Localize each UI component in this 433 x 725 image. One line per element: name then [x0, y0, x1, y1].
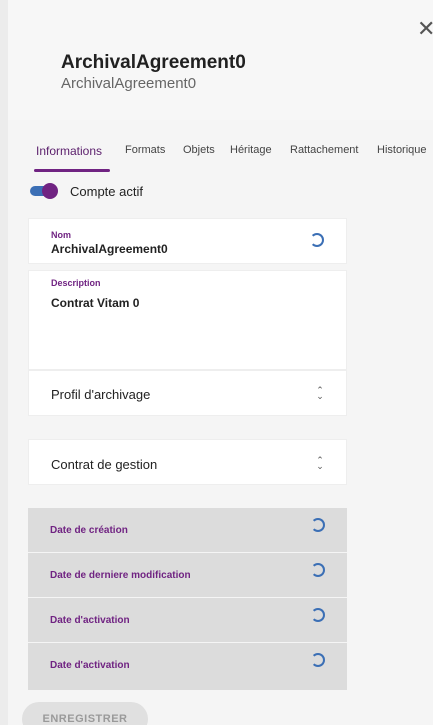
date-activation-label-2: Date d'activation — [50, 660, 130, 671]
page-subtitle: ArchivalAgreement0 — [61, 75, 197, 92]
chevron-updown-icon: ⌃ ⌄ — [316, 455, 324, 471]
tab-formats[interactable]: Formats — [125, 144, 165, 156]
date-modification-label: Date de derniere modification — [50, 570, 191, 581]
save-button[interactable]: ENREGISTRER — [22, 702, 148, 725]
contrat-select[interactable]: Contrat de gestion ⌃ ⌄ — [28, 439, 347, 485]
date-activation-field-2: Date d'activation — [28, 643, 347, 690]
tab-heritage[interactable]: Héritage — [230, 144, 272, 156]
spinner-icon — [310, 233, 324, 247]
spinner-icon — [311, 518, 325, 532]
close-icon[interactable]: ✕ — [417, 18, 433, 40]
detail-panel: ArchivalAgreement0 ArchivalAgreement0 ✕ … — [8, 0, 433, 725]
page-title: ArchivalAgreement0 — [61, 52, 246, 73]
date-creation-label: Date de création — [50, 525, 128, 536]
spinner-icon — [311, 563, 325, 577]
description-value: Contrat Vitam 0 — [51, 296, 140, 310]
active-toggle[interactable] — [30, 183, 58, 199]
chevron-updown-icon: ⌃ ⌄ — [316, 385, 324, 401]
tab-objets[interactable]: Objets — [183, 144, 215, 156]
profil-select[interactable]: Profil d'archivage ⌃ ⌄ — [28, 370, 347, 416]
toggle-knob — [42, 183, 58, 199]
contrat-label: Contrat de gestion — [51, 457, 158, 472]
tab-rattachement[interactable]: Rattachement — [290, 144, 358, 156]
nom-field[interactable]: Nom ArchivalAgreement0 — [28, 218, 347, 264]
nom-label: Nom — [51, 230, 71, 240]
spinner-icon — [311, 653, 325, 667]
nom-value: ArchivalAgreement0 — [51, 242, 168, 256]
date-activation-field: Date d'activation — [28, 598, 347, 642]
tab-informations[interactable]: Informations — [36, 144, 102, 158]
panel-header: ArchivalAgreement0 ArchivalAgreement0 — [8, 0, 433, 120]
active-tab-indicator — [34, 169, 110, 172]
description-field[interactable]: Description Contrat Vitam 0 — [28, 270, 347, 370]
spinner-icon — [311, 608, 325, 622]
tab-bar: Informations Formats Objets Héritage Rat… — [8, 130, 433, 174]
date-creation-field: Date de création — [28, 508, 347, 552]
profil-label: Profil d'archivage — [51, 387, 151, 402]
tab-historique[interactable]: Historique — [377, 144, 427, 156]
date-activation-label: Date d'activation — [50, 615, 130, 626]
active-toggle-label: Compte actif — [70, 184, 143, 199]
date-modification-field: Date de derniere modification — [28, 553, 347, 597]
description-label: Description — [51, 278, 101, 288]
